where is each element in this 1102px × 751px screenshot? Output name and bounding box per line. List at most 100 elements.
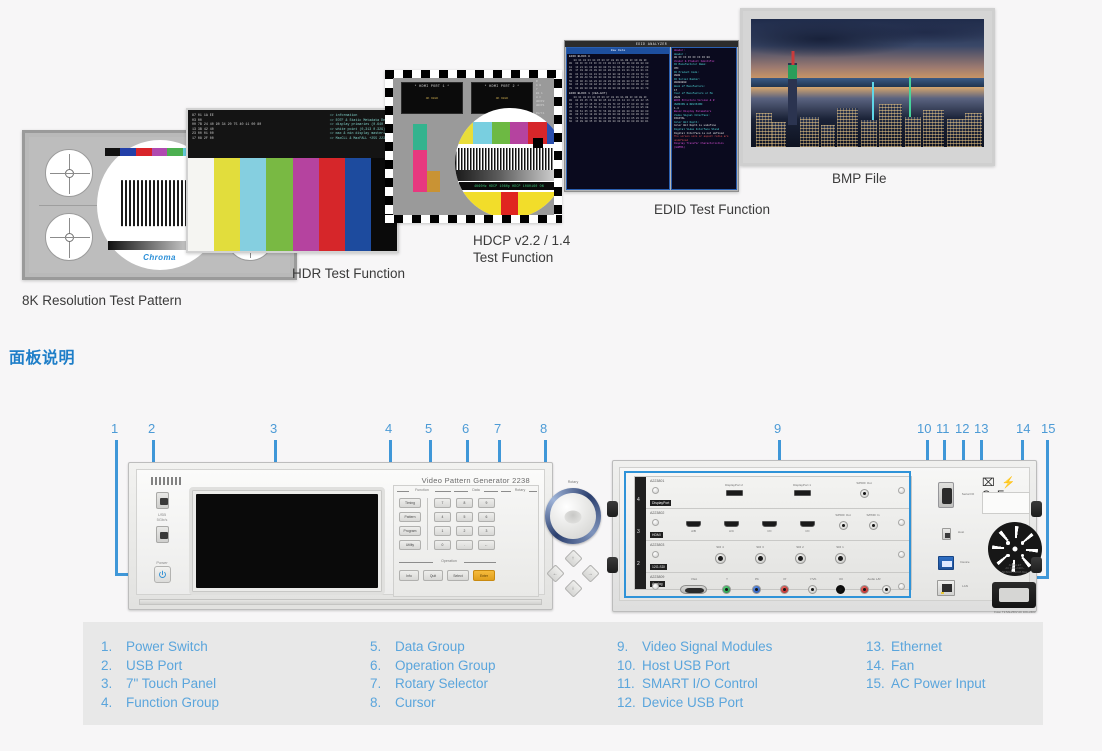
key-program[interactable]: Program: [399, 526, 421, 536]
key-timing[interactable]: Timing: [399, 498, 421, 508]
port-sdi-2[interactable]: [795, 553, 806, 564]
port-audio-right[interactable]: [882, 585, 891, 594]
usb-port-upper[interactable]: [156, 492, 169, 509]
caption-hdcp: HDCP v2.2 / 1.4 Test Function: [473, 233, 571, 265]
port-label-spdif-out: S/PDIF Out: [835, 513, 851, 517]
hdr-color-bars: [188, 158, 397, 251]
legend-item: 9. Video Signal Modules: [617, 638, 772, 657]
port-displayport-1[interactable]: [794, 490, 811, 496]
operation-group-label: Operation: [441, 559, 457, 563]
callout-7: 7: [494, 421, 502, 436]
ac-power-inlet[interactable]: [992, 582, 1036, 608]
rotary-selector-knob[interactable]: [545, 488, 601, 544]
module-screw-1r: [898, 583, 905, 590]
host-usb-port[interactable]: [942, 528, 951, 540]
port-sdi-1[interactable]: [835, 553, 846, 564]
port-spdif-in[interactable]: [869, 521, 878, 530]
port-label-dp1: DisplayPort 1: [793, 483, 811, 487]
legend-text: Video Signal Modules: [642, 639, 773, 654]
key-backspace[interactable]: ←: [478, 540, 495, 550]
key-1[interactable]: 1: [434, 526, 451, 536]
port-hdmi-4[interactable]: [800, 521, 815, 527]
legend-number: 3.: [101, 676, 113, 691]
legend-text: USB Port: [126, 657, 183, 673]
port-hdmi-2[interactable]: [724, 521, 739, 527]
legend-number: 7.: [370, 676, 382, 691]
edid-parsed-line: Display Transfer Characteristics (GAMMA): [674, 142, 724, 150]
port-component-pb[interactable]: [752, 585, 761, 594]
legend-number: 15.: [866, 676, 885, 691]
key-6[interactable]: 6: [478, 512, 495, 522]
ac-fuse-caption: Fuse: T2.5AL250V AC 100~240V: [994, 610, 1036, 614]
module-code-3: A223802: [650, 510, 665, 515]
ethernet-port[interactable]: [937, 580, 955, 596]
legend-item: 12. Device USB Port: [617, 694, 772, 713]
leader-line-15: [1046, 440, 1049, 579]
key-pattern[interactable]: Pattern: [399, 512, 421, 522]
callout-6: 6: [462, 421, 470, 436]
edid-body: Raw Data EDID BLOCK 0 00 01 02 03 04 05 …: [566, 47, 737, 190]
port-composite[interactable]: [808, 585, 817, 594]
legend-item: 3. 7" Touch Panel: [101, 675, 219, 694]
port-spdif-out-dp[interactable]: [860, 489, 869, 498]
legend-item: 15. AC Power Input: [866, 675, 986, 694]
key-0[interactable]: 0: [434, 540, 451, 550]
empire-state-building: [788, 50, 798, 125]
port-hdmi-3[interactable]: [762, 521, 777, 527]
key-5[interactable]: 5: [456, 512, 473, 522]
hdcp-osd-port1: * HDMI PORT 1 * 4K 60Hz: [401, 82, 463, 114]
edid-block1: EDID BLOCK 1 (CEA-EXT) 00 01 02 03 04 05…: [567, 91, 669, 125]
port-label-vga: VGA: [690, 577, 698, 581]
port-displayport-2[interactable]: [726, 490, 743, 496]
port-label-hdmi3: I/O: [767, 529, 772, 533]
key-8[interactable]: 8: [456, 498, 473, 508]
key-select[interactable]: Select: [447, 570, 469, 581]
legend-number: 9.: [617, 639, 629, 654]
cursor-keys-group: ↑ ← → ↓: [546, 549, 600, 598]
port-label-sdi4: SDI 4: [716, 545, 724, 549]
usb-port-lower[interactable]: [156, 526, 169, 543]
cursor-up-key[interactable]: ↑: [564, 549, 583, 568]
legend-item: 10. Host USB Port: [617, 657, 772, 676]
screenshot-hdr-test: 87 01 1A EE 03 00 00 7B 24 40 90 34 20 7…: [186, 108, 399, 253]
cursor-left-key[interactable]: ←: [546, 564, 565, 583]
legend-box: 1. Power Switch 2. USB Port 3. 7" Touch Pan…: [83, 622, 1043, 725]
port-vga[interactable]: [680, 585, 707, 594]
key-3[interactable]: 3: [478, 526, 495, 536]
port-hdmi-1[interactable]: [686, 521, 701, 527]
cursor-down-key[interactable]: ↓: [564, 579, 583, 598]
device-usb-port[interactable]: [938, 556, 954, 570]
key-enter[interactable]: Enter: [473, 570, 495, 581]
port-sdi-3[interactable]: [755, 553, 766, 564]
power-switch-button[interactable]: [154, 566, 171, 583]
legend-text: Rotary Selector: [395, 676, 489, 691]
port-spdif-out[interactable]: [839, 521, 848, 530]
port-audio-left[interactable]: [860, 585, 869, 594]
legend-text: AC Power Input: [891, 676, 986, 691]
rear-panel-image: 4 3 2 1 A223801 DisplayPort DisplayPort …: [607, 460, 1042, 614]
module-screw-3: [652, 519, 659, 526]
smart-io-control-port[interactable]: [938, 482, 954, 508]
datasheet-page: Chroma 8K Resolution Test Pattern 87 01 …: [0, 0, 1102, 751]
edid-block0-hex: 00 01 02 03 04 05 06 07 08 09 0A 0B 0C 0…: [569, 58, 649, 90]
key-7[interactable]: 7: [434, 498, 451, 508]
key-9[interactable]: 9: [478, 498, 495, 508]
legend-text: Fan: [891, 657, 915, 673]
key-2[interactable]: 2: [456, 526, 473, 536]
key-decimal[interactable]: .: [456, 540, 473, 550]
port-component-pr[interactable]: [780, 585, 789, 594]
legend-item: 8. Cursor: [370, 694, 496, 713]
key-quit[interactable]: Quit: [423, 570, 443, 581]
cursor-right-key[interactable]: →: [581, 564, 600, 583]
touch-panel-display[interactable]: [189, 487, 385, 595]
port-component-y[interactable]: [722, 585, 731, 594]
cursor-right-glyph: →: [588, 570, 593, 577]
key-info[interactable]: Info: [399, 570, 419, 581]
callout-1: 1: [111, 421, 119, 436]
port-sdi-4[interactable]: [715, 553, 726, 564]
port-io-analog[interactable]: [836, 585, 845, 594]
callout-15: 15: [1041, 421, 1056, 436]
key-utility[interactable]: Utility: [399, 540, 421, 550]
module-code-1: A223809: [650, 574, 665, 579]
key-4[interactable]: 4: [434, 512, 451, 522]
